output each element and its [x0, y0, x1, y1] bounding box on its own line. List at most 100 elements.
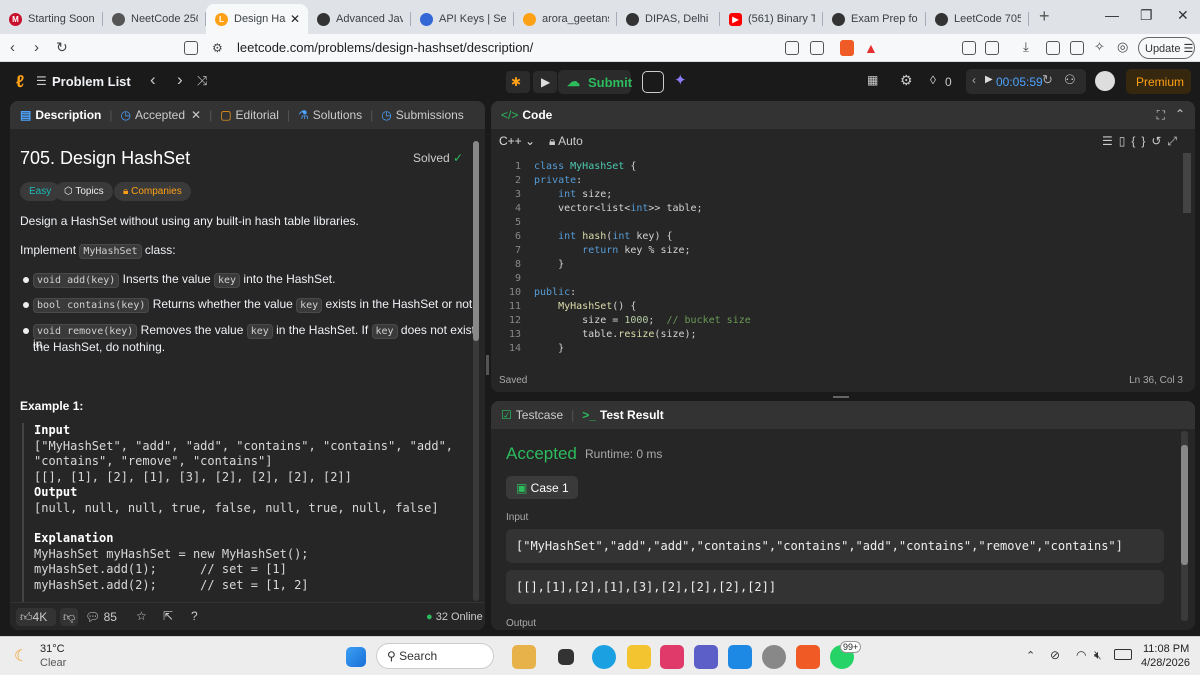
companies-tag[interactable]: 🔒︎ Companies [114, 182, 191, 201]
notes-icon[interactable] [642, 71, 664, 93]
browser-tab[interactable]: LeetCode 705 B [926, 4, 1029, 34]
vscode-icon[interactable] [728, 645, 752, 669]
tab-submissions[interactable]: ◷ Submissions [381, 108, 464, 122]
premium-button[interactable]: Premium [1126, 69, 1191, 94]
dislike-button[interactable]: 👎︎ [60, 608, 78, 626]
browser-tab[interactable]: Exam Prep for A [823, 4, 926, 34]
sidebar-icon[interactable] [1046, 41, 1060, 55]
scrollbar[interactable] [473, 141, 479, 601]
leetcode-logo[interactable]: ℓ [16, 72, 24, 92]
browser-tab[interactable]: API Keys | Settin [411, 4, 514, 34]
run-icon[interactable]: ▶ [533, 71, 557, 93]
browser-tab[interactable]: Advanced Java [308, 4, 411, 34]
temperature[interactable]: 31°C [40, 643, 65, 655]
add-friend-icon[interactable]: ⚇ [1064, 72, 1076, 88]
reader-icon[interactable] [785, 41, 799, 55]
next-problem-icon[interactable]: › [177, 70, 183, 90]
submit-button[interactable]: ☁ Submit [558, 70, 632, 94]
tab-testcase[interactable]: ☑ Testcase [501, 408, 563, 422]
help-icon[interactable]: ? [191, 609, 198, 623]
clock-date[interactable]: 4/28/2026 [1141, 657, 1190, 669]
itunes-icon[interactable] [660, 645, 684, 669]
share-icon[interactable] [810, 41, 824, 55]
back-icon[interactable]: ‹ [10, 39, 15, 56]
timer-prev-icon[interactable]: ‹ [972, 73, 976, 87]
code-editor[interactable]: 1 class MyHashSet { 2 private: 3 int size;… [491, 159, 1181, 359]
editor-scrollbar[interactable] [1183, 153, 1191, 213]
restore-icon[interactable]: ❐ [1140, 7, 1153, 24]
battery-icon[interactable] [1114, 649, 1132, 660]
like-button[interactable]: 👍︎4K [16, 608, 56, 626]
extensions-icon[interactable] [962, 41, 976, 55]
tab-description[interactable]: ▤ Description [20, 108, 101, 122]
star-icon[interactable]: ☆ [136, 609, 147, 623]
chevron-up-icon[interactable]: ⌃ [1026, 649, 1035, 662]
forward-icon[interactable]: › [34, 39, 39, 56]
timer-play-icon[interactable]: ▶ [985, 74, 993, 85]
settings-icon[interactable] [762, 645, 786, 669]
brave-rewards-icon[interactable]: ▲ [864, 40, 878, 56]
volume-muted-icon[interactable]: 🔇︎ [1094, 648, 1102, 663]
screenshot-icon[interactable] [985, 41, 999, 55]
solved-status: Solved ✓ [413, 151, 464, 165]
browser-tab[interactable]: DIPAS, Delhi inv [617, 4, 720, 34]
editor-tools[interactable]: ☰▯{}↺⤢ [1102, 134, 1183, 149]
clock-time[interactable]: 11:08 PM [1143, 643, 1189, 655]
tab-test-result[interactable]: >_ Test Result [582, 408, 663, 422]
tab-solutions[interactable]: ⚗ Solutions [298, 108, 362, 122]
url-field[interactable]: leetcode.com/problems/design-hashset/des… [237, 40, 533, 55]
timer-display[interactable]: 00:05:59 [996, 75, 1043, 89]
language-select[interactable]: C++ ⌄ [499, 134, 535, 148]
maximize-icon[interactable]: ⛶ [1157, 108, 1165, 123]
close-tab-icon[interactable]: ✕ [290, 12, 300, 26]
panel-resize-handle[interactable] [833, 396, 849, 398]
browser-tab[interactable]: NeetCode 250 - [103, 4, 206, 34]
case-button[interactable]: ▣ Case 1 [506, 476, 578, 499]
close-tab-icon[interactable]: ✕ [191, 108, 201, 122]
sync-off-icon[interactable]: ⊘ [1050, 648, 1060, 662]
leo-ai-icon[interactable]: ✧ [1094, 39, 1105, 55]
download-icon[interactable]: ⤓ [1023, 39, 1029, 55]
brave-shield-icon[interactable] [840, 40, 854, 56]
reload-icon[interactable]: ↻ [56, 39, 68, 56]
file-explorer-icon[interactable] [627, 645, 651, 669]
browser-tab[interactable]: MStarting Soon: 2 [0, 4, 103, 34]
ai-sparkle-icon[interactable]: ✦ [674, 71, 687, 89]
vpn-icon[interactable]: ◎ [1117, 39, 1128, 55]
minimize-icon[interactable]: — [1105, 7, 1119, 23]
layout-icon[interactable]: ▦ [867, 73, 878, 87]
browser-tab-active[interactable]: L Design Has ✕ [206, 4, 308, 34]
browser-tab[interactable]: arora_geetansh [514, 4, 617, 34]
bookmark-icon[interactable] [184, 41, 198, 55]
timer-reset-icon[interactable]: ↻ [1042, 72, 1053, 88]
avatar[interactable] [1095, 71, 1115, 91]
collapse-icon[interactable]: ⌃ [1175, 107, 1185, 121]
share-icon[interactable]: ⇱ [163, 609, 173, 623]
problem-list-link[interactable]: Problem List [52, 74, 131, 89]
auto-mode[interactable]: 🔒︎ Auto [549, 134, 583, 149]
windows-start-icon[interactable] [346, 647, 366, 667]
wallet-icon[interactable] [1070, 41, 1084, 55]
update-button[interactable]: Update ☰ [1138, 37, 1195, 59]
comments-button[interactable]: 💬︎ 85 [85, 610, 117, 624]
debug-icon[interactable]: ✱ [506, 71, 530, 93]
brave-icon[interactable] [796, 645, 820, 669]
scrollbar[interactable] [1181, 431, 1188, 621]
settings-icon[interactable]: ⚙ [900, 72, 913, 89]
taskbar-search[interactable]: ⚲ Search [376, 643, 494, 669]
teams-icon[interactable] [694, 645, 718, 669]
task-view-icon[interactable] [558, 649, 574, 665]
prev-problem-icon[interactable]: ‹ [150, 70, 156, 90]
panel-resize-handle[interactable] [486, 355, 489, 375]
widget-icon[interactable] [512, 645, 536, 669]
site-settings-icon[interactable]: ⚙ [212, 41, 223, 55]
tab-editorial[interactable]: ▢ Editorial [220, 108, 279, 122]
edge-icon[interactable] [592, 645, 616, 669]
close-window-icon[interactable]: ✕ [1177, 7, 1189, 24]
tab-accepted[interactable]: ◷ Accepted ✕ [120, 108, 201, 122]
wifi-icon[interactable]: ◠ [1076, 648, 1086, 662]
shuffle-icon[interactable]: ⤨ [197, 73, 207, 89]
new-tab-button[interactable]: + [1039, 6, 1050, 27]
topics-tag[interactable]: ⬡ Topics [55, 182, 113, 201]
browser-tab[interactable]: ▶(561) Binary Tre [720, 4, 823, 34]
